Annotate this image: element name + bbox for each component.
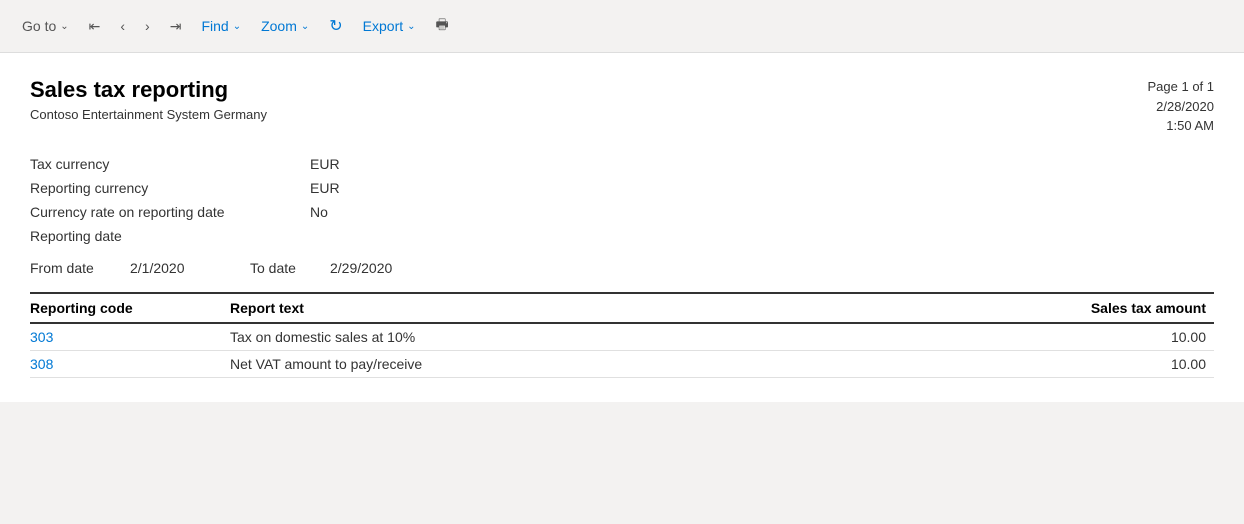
table-cell-amount: 10.00: [839, 350, 1214, 377]
zoom-label: Zoom: [261, 18, 297, 34]
goto-button[interactable]: Go to ⌄: [16, 14, 75, 38]
report-title: Sales tax reporting: [30, 77, 267, 103]
page-info-line1: Page 1 of 1: [1148, 77, 1215, 97]
meta-row-reporting-date: Reporting date: [30, 224, 1214, 248]
col-header-code: Reporting code: [30, 293, 230, 323]
meta-label-currency-rate: Currency rate on reporting date: [30, 204, 310, 220]
nav-next-button[interactable]: ›: [139, 14, 156, 38]
report-table: Reporting code Report text Sales tax amo…: [30, 292, 1214, 378]
zoom-button[interactable]: Zoom ⌄: [255, 14, 315, 38]
nav-next-icon: ›: [145, 18, 150, 34]
toolbar: Go to ⌄ ⇤ ‹ › ⇥ Find ⌄ Zoom ⌄ ↻ Export ⌄…: [0, 0, 1244, 53]
page-info-line2: 2/28/2020: [1148, 97, 1215, 117]
meta-label-reporting-currency: Reporting currency: [30, 180, 310, 196]
table-cell-text: Tax on domestic sales at 10%: [230, 323, 839, 351]
goto-label: Go to: [22, 18, 56, 34]
report-content: Sales tax reporting Contoso Entertainmen…: [0, 53, 1244, 402]
table-cell-code[interactable]: 308: [30, 350, 230, 377]
table-cell-amount: 10.00: [839, 323, 1214, 351]
to-date-value: 2/29/2020: [330, 260, 430, 276]
nav-first-button[interactable]: ⇤: [83, 14, 107, 39]
from-date-label: From date: [30, 260, 130, 276]
table-row: 308Net VAT amount to pay/receive10.00: [30, 350, 1214, 377]
refresh-icon: ↻: [329, 16, 342, 36]
table-cell-text: Net VAT amount to pay/receive: [230, 350, 839, 377]
meta-value-currency-rate: No: [310, 204, 328, 220]
meta-section: Tax currency EUR Reporting currency EUR …: [30, 152, 1214, 248]
nav-prev-icon: ‹: [120, 18, 125, 34]
nav-last-button[interactable]: ⇥: [164, 14, 188, 39]
meta-value-reporting-currency: EUR: [310, 180, 340, 196]
print-icon: 🖶: [436, 14, 449, 38]
report-header: Sales tax reporting Contoso Entertainmen…: [30, 77, 1214, 136]
page-info: Page 1 of 1 2/28/2020 1:50 AM: [1148, 77, 1215, 136]
col-header-text: Report text: [230, 293, 839, 323]
meta-row-currency-rate: Currency rate on reporting date No: [30, 200, 1214, 224]
meta-label-tax-currency: Tax currency: [30, 156, 310, 172]
meta-row-tax-currency: Tax currency EUR: [30, 152, 1214, 176]
dates-row: From date 2/1/2020 To date 2/29/2020: [30, 248, 1214, 284]
export-button[interactable]: Export ⌄: [357, 14, 422, 38]
page-info-line3: 1:50 AM: [1148, 116, 1215, 136]
nav-prev-button[interactable]: ‹: [114, 14, 131, 38]
print-button[interactable]: 🖶: [430, 10, 455, 42]
meta-label-reporting-date: Reporting date: [30, 228, 310, 244]
find-label: Find: [201, 18, 228, 34]
col-header-amount: Sales tax amount: [839, 293, 1214, 323]
export-label: Export: [363, 18, 403, 34]
report-header-left: Sales tax reporting Contoso Entertainmen…: [30, 77, 267, 122]
nav-last-icon: ⇥: [170, 18, 182, 35]
report-company: Contoso Entertainment System Germany: [30, 107, 267, 122]
export-chevron: ⌄: [407, 21, 415, 32]
table-header-row: Reporting code Report text Sales tax amo…: [30, 293, 1214, 323]
from-date-value: 2/1/2020: [130, 260, 250, 276]
meta-row-reporting-currency: Reporting currency EUR: [30, 176, 1214, 200]
table-cell-code[interactable]: 303: [30, 323, 230, 351]
find-button[interactable]: Find ⌄: [195, 14, 247, 38]
goto-chevron: ⌄: [60, 21, 68, 32]
nav-first-icon: ⇤: [89, 18, 101, 35]
zoom-chevron: ⌄: [301, 21, 309, 32]
refresh-button[interactable]: ↻: [323, 12, 348, 40]
find-chevron: ⌄: [233, 21, 241, 32]
table-row: 303Tax on domestic sales at 10%10.00: [30, 323, 1214, 351]
to-date-label: To date: [250, 260, 330, 276]
meta-value-tax-currency: EUR: [310, 156, 340, 172]
